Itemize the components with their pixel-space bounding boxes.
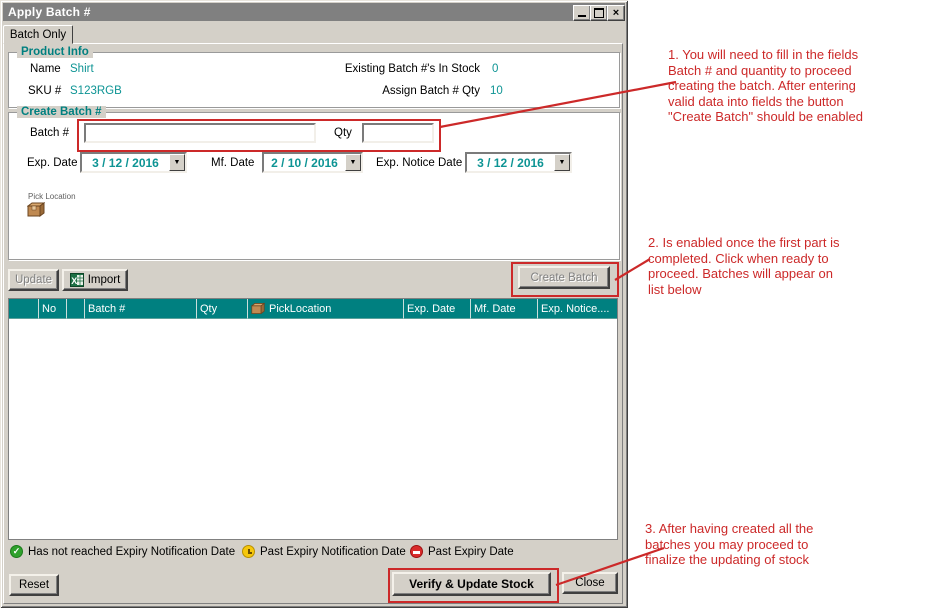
reset-button-label: Reset [19,579,49,591]
column-header-batch[interactable]: Batch # [85,299,197,319]
chevron-down-icon[interactable]: ▼ [345,154,361,171]
close-button-label: Close [575,577,604,589]
name-label: Name [30,63,61,75]
package-icon [251,302,265,315]
minimize-button[interactable] [573,5,591,21]
batches-table: No Batch # Qty PickLocation Exp. Date [8,298,618,540]
pick-location-label: Pick Location [28,192,76,201]
exp-date-value: 3 / 12 / 2016 [82,156,169,170]
batches-table-header: No Batch # Qty PickLocation Exp. Date [9,299,617,319]
sku-value: S123RGB [70,85,122,97]
import-button[interactable]: X Import [62,269,128,291]
assign-qty-value: 10 [490,85,503,97]
batch-number-label: Batch # [30,127,69,139]
mf-date-value: 2 / 10 / 2016 [264,156,345,170]
exp-notice-date-value: 3 / 12 / 2016 [467,156,554,170]
batches-table-body [9,319,617,539]
exp-notice-date-label: Exp. Notice Date [376,157,462,169]
package-icon[interactable] [27,202,45,220]
batch-number-input[interactable] [84,123,316,143]
existing-batches-label: Existing Batch #'s In Stock [300,63,480,75]
column-header-selector[interactable] [9,299,39,319]
assign-qty-label: Assign Batch # Qty [300,85,480,97]
apply-batch-dialog: Apply Batch # × Batch Only Product Info … [0,0,628,608]
legend-item-warning: Past Expiry Notification Date [242,545,406,558]
chevron-down-icon[interactable]: ▼ [169,154,185,171]
annotation-1: 1. You will need to fill in the fields B… [668,47,928,125]
maximize-icon [594,8,604,18]
excel-icon: X [70,273,84,287]
column-header-exp-date[interactable]: Exp. Date [404,299,471,319]
close-button[interactable]: × [607,5,625,21]
create-batch-button[interactable]: Create Batch [518,266,610,289]
column-header-no[interactable]: No [39,299,67,319]
existing-batches-value: 0 [492,63,498,75]
sku-label: SKU # [28,85,61,97]
name-value: Shirt [70,63,94,75]
legend-item-expired: Past Expiry Date [410,545,514,558]
column-header-mf-date[interactable]: Mf. Date [471,299,538,319]
update-button-label: Update [15,274,52,286]
window-title: Apply Batch # [3,5,91,19]
qty-label: Qty [334,127,352,139]
close-dialog-button[interactable]: Close [562,572,618,594]
chevron-down-icon[interactable]: ▼ [554,154,570,171]
legend-label-warning: Past Expiry Notification Date [260,546,406,558]
update-button[interactable]: Update [8,269,59,291]
reset-button[interactable]: Reset [9,574,59,596]
product-info-group-label: Product Info [17,46,93,58]
legend-item-ok: ✓ Has not reached Expiry Notification Da… [10,545,235,558]
red-no-entry-icon [410,545,423,558]
annotation-3: 3. After having created all the batches … [645,521,905,568]
exp-date-label: Exp. Date [27,157,78,169]
column-header-blank[interactable] [67,299,85,319]
minimize-icon [578,15,586,17]
product-info-group: Product Info [8,52,620,108]
import-button-label: Import [88,274,121,286]
verify-button-label: Verify & Update Stock [409,577,534,591]
create-batch-group-label: Create Batch # [17,106,106,118]
green-check-icon: ✓ [10,545,23,558]
column-header-qty[interactable]: Qty [197,299,248,319]
screenshot-root: Apply Batch # × Batch Only Product Info … [0,0,950,608]
exp-notice-date-select[interactable]: 3 / 12 / 2016 ▼ [465,152,572,173]
legend-label-expired: Past Expiry Date [428,546,514,558]
svg-text:X: X [71,276,77,286]
exp-date-select[interactable]: 3 / 12 / 2016 ▼ [80,152,187,173]
mf-date-label: Mf. Date [211,157,254,169]
column-header-picklocation[interactable]: PickLocation [248,299,404,319]
verify-update-stock-button[interactable]: Verify & Update Stock [392,572,551,596]
create-batch-button-label: Create Batch [530,272,597,284]
tab-batch-only[interactable]: Batch Only [3,25,73,44]
column-header-picklocation-label: PickLocation [269,303,331,315]
mf-date-select[interactable]: 2 / 10 / 2016 ▼ [262,152,363,173]
maximize-button[interactable] [590,5,608,21]
yellow-clock-icon [242,545,255,558]
legend-label-ok: Has not reached Expiry Notification Date [28,546,235,558]
column-header-exp-notice[interactable]: Exp. Notice.... [538,299,617,319]
qty-input[interactable] [362,123,434,143]
annotation-2: 2. Is enabled once the first part is com… [648,235,908,297]
title-bar[interactable]: Apply Batch # [3,3,625,21]
close-icon: × [613,8,619,18]
